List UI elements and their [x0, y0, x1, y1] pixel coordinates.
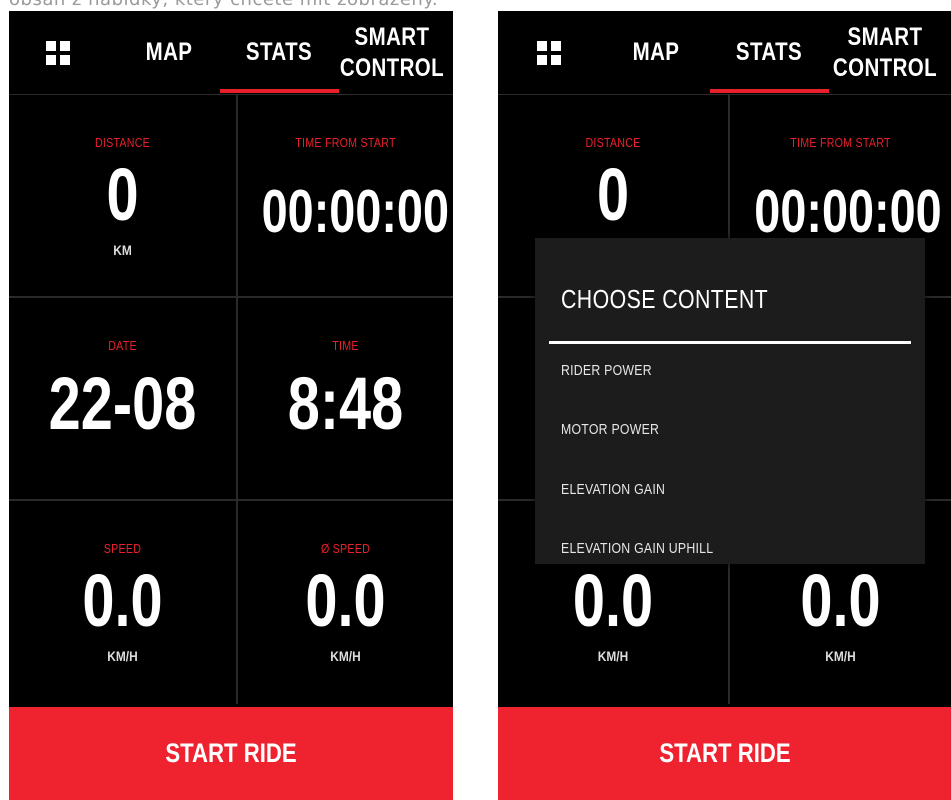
tile-value: 0.0	[305, 559, 386, 642]
tile-unit: KM	[113, 242, 132, 258]
choose-content-dialog: CHOOSE CONTENT RIDER POWER MOTOR POWER E…	[535, 238, 925, 564]
tile-label: TIME FROM START	[790, 135, 891, 150]
option-elevation-gain[interactable]: ELEVATION GAIN	[561, 481, 665, 498]
tile-value: 0	[596, 153, 630, 236]
option-motor-power[interactable]: MOTOR POWER	[561, 421, 659, 438]
tile-value: 00:00:00	[261, 178, 449, 245]
active-tab-indicator	[220, 89, 339, 93]
start-ride-label: START RIDE	[658, 738, 791, 768]
tab-smart-control[interactable]: SMART CONTROL	[339, 11, 446, 94]
tab-map[interactable]: MAP	[120, 11, 218, 94]
stats-tiles: DISTANCE 0 KM TIME FROM START 00:00:00 D…	[9, 95, 453, 707]
tile-unit: KM/H	[597, 648, 629, 664]
tile-label: SPEED	[103, 541, 142, 556]
tab-stats[interactable]: STATS	[230, 11, 328, 94]
tile-value: 0.0	[800, 559, 881, 642]
tile-unit: KM/H	[107, 648, 138, 664]
tab-smart-control[interactable]: SMART CONTROL	[832, 11, 939, 94]
grid-menu-icon[interactable]	[46, 41, 70, 65]
top-navigation: MAP STATS SMART CONTROL	[9, 11, 453, 95]
tile-label: DISTANCE	[94, 135, 151, 150]
dialog-title: CHOOSE CONTENT	[561, 284, 769, 314]
phone-screen-right: MAP STATS SMART CONTROL DISTANCE 0 KM TI…	[498, 11, 951, 800]
tile-label: Ø SPEED	[320, 541, 371, 556]
tile-time[interactable]: TIME 8:48	[238, 298, 453, 501]
start-ride-button[interactable]: START RIDE	[498, 707, 951, 800]
dialog-divider	[549, 341, 911, 344]
top-navigation: MAP STATS SMART CONTROL	[498, 11, 951, 95]
tile-value: 0.0	[572, 559, 654, 642]
tile-time-from-start[interactable]: TIME FROM START 00:00:00	[238, 95, 453, 298]
phone-screen-left: MAP STATS SMART CONTROL DISTANCE 0 KM TI…	[9, 11, 453, 800]
tile-speed[interactable]: SPEED 0.0 KM/H	[9, 501, 238, 704]
tile-value: 22-08	[48, 362, 197, 445]
tile-label: DISTANCE	[585, 135, 641, 150]
tile-distance[interactable]: DISTANCE 0 KM	[9, 95, 238, 298]
tab-smart-control-line1: SMART	[847, 22, 923, 51]
tab-smart-control-line2: CONTROL	[339, 53, 445, 82]
tab-smart-control-line1: SMART	[354, 22, 430, 51]
tile-unit: KM/H	[825, 648, 856, 664]
tile-value: 00:00:00	[754, 178, 942, 245]
start-ride-label: START RIDE	[165, 738, 297, 768]
tile-label: TIME	[332, 338, 359, 353]
option-rider-power[interactable]: RIDER POWER	[561, 362, 652, 379]
tile-unit: KM/H	[330, 648, 361, 664]
tab-smart-control-line2: CONTROL	[832, 53, 938, 82]
tab-stats[interactable]: STATS	[720, 11, 818, 94]
start-ride-button[interactable]: START RIDE	[9, 707, 453, 800]
tile-value: 0.0	[82, 559, 163, 642]
active-tab-indicator	[710, 89, 829, 93]
tile-value: 0	[106, 153, 139, 236]
tile-value: 8:48	[287, 362, 404, 445]
tile-average-speed[interactable]: Ø SPEED 0.0 KM/H	[238, 501, 453, 704]
tile-date[interactable]: DATE 22-08	[9, 298, 238, 501]
option-elevation-gain-uphill[interactable]: ELEVATION GAIN UPHILL	[561, 540, 713, 557]
tile-label: DATE	[108, 338, 137, 353]
tile-label: TIME FROM START	[295, 135, 396, 150]
grid-menu-icon[interactable]	[537, 41, 561, 65]
tab-map[interactable]: MAP	[607, 11, 705, 94]
